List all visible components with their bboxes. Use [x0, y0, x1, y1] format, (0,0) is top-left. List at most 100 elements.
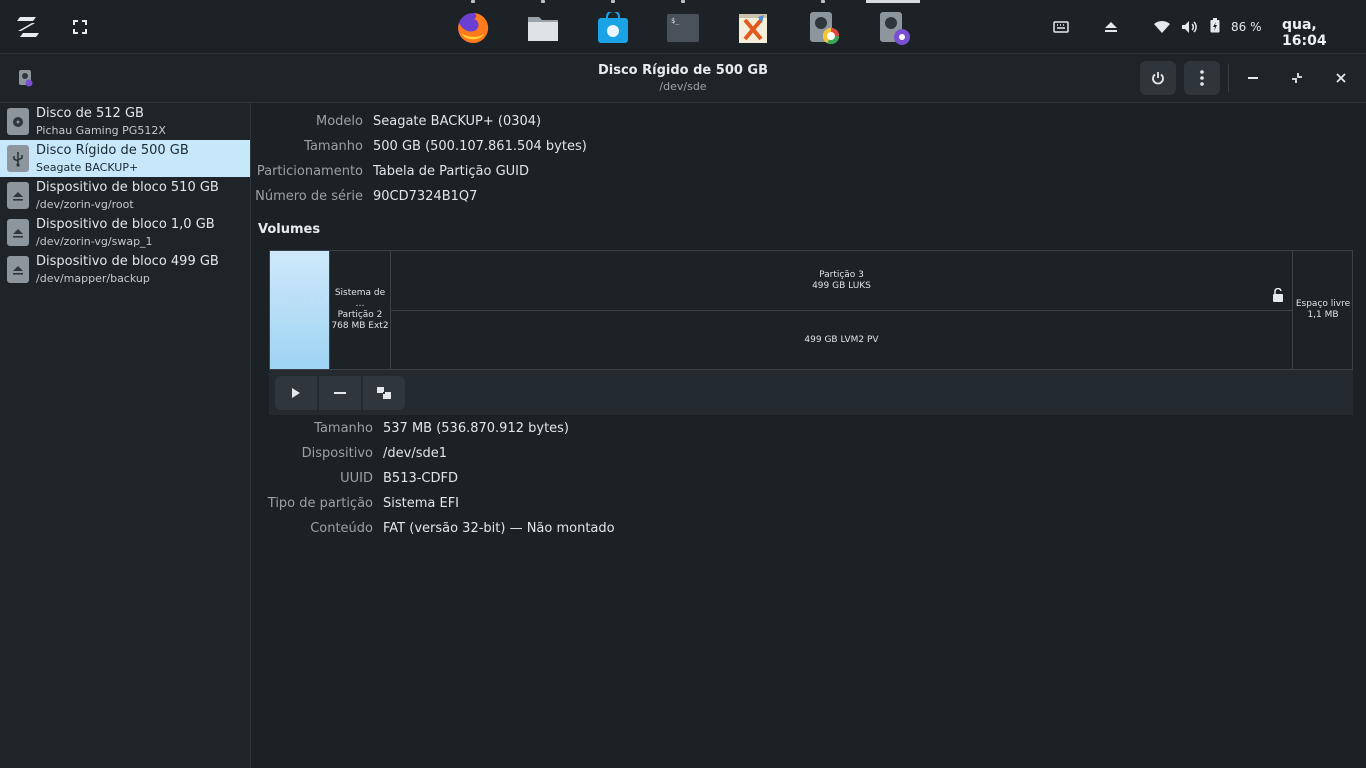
volume-label: Sistema de: [274, 293, 325, 304]
battery-indicator[interactable]: 86 %: [1210, 17, 1262, 37]
volume-label: 1,1 MB: [1307, 310, 1339, 320]
sidebar-item-block-499[interactable]: Dispositivo de bloco 499 GB /dev/mapper/…: [0, 251, 250, 288]
model-label: Modelo: [316, 114, 363, 129]
partition-type-value: Sistema EFI: [383, 496, 460, 511]
minimize-button[interactable]: [1241, 66, 1265, 90]
wifi-icon[interactable]: [1153, 17, 1171, 37]
device-name: Disco Rígido de 500 GB: [36, 143, 189, 158]
device-subtitle: Seagate BACKUP+: [36, 161, 139, 174]
running-indicator: [821, 0, 825, 3]
delete-partition-button[interactable]: [319, 376, 361, 410]
battery-charging-icon: [1210, 18, 1220, 36]
content-label: Conteúdo: [310, 521, 373, 536]
partition-size-label: Tamanho: [314, 421, 373, 436]
partitioning-value: Tabela de Partição GUID: [373, 164, 530, 179]
sidebar-item-block-1gb[interactable]: Dispositivo de bloco 1,0 GB /dev/zorin-v…: [0, 214, 250, 251]
close-button[interactable]: [1329, 66, 1353, 90]
drive-size-label: Tamanho: [304, 139, 363, 154]
volumes-heading: Volumes: [258, 222, 321, 237]
serial-label: Número de série: [255, 189, 363, 204]
mount-button[interactable]: [275, 376, 317, 410]
volume-label: 768 MB Ext2: [331, 321, 389, 331]
firefox-icon[interactable]: [453, 8, 493, 48]
volume-label: Espaço livre: [1295, 299, 1351, 309]
volume-label: 537 MB FAT: [273, 315, 326, 326]
zorin-menu-icon[interactable]: [12, 12, 44, 42]
header-bar: Disco Rígido de 500 GB /dev/sde: [0, 54, 1366, 103]
device-name: Dispositivo de bloco 510 GB: [36, 180, 219, 195]
device-name: Disco de 512 GB: [36, 106, 144, 121]
software-store-icon[interactable]: [593, 8, 633, 48]
gears-icon: [377, 387, 391, 399]
volume-icon[interactable]: [1181, 17, 1199, 37]
terminal-icon[interactable]: $_: [663, 8, 703, 48]
disk-usage-icon[interactable]: [803, 8, 843, 48]
device-subtitle: /dev/mapper/backup: [36, 272, 150, 285]
device-label: Dispositivo: [301, 446, 373, 461]
kebab-menu-icon: [1200, 70, 1204, 86]
volume-label: Partição 1: [277, 304, 322, 315]
volume-partition-3[interactable]: Partição 3 499 GB LUKS: [391, 251, 1293, 311]
power-off-button[interactable]: [1140, 61, 1176, 95]
header-separator: [1228, 64, 1229, 92]
partition-options-button[interactable]: [363, 376, 405, 410]
volume-partition-2[interactable]: Sistema de … Partição 2 768 MB Ext2: [330, 251, 391, 369]
partitioning-label: Particionamento: [256, 164, 363, 179]
block-device-icon: [7, 219, 29, 246]
restore-button[interactable]: [1285, 66, 1309, 90]
volume-label: 499 GB LUKS: [812, 280, 871, 291]
workspaces-icon[interactable]: [70, 17, 90, 37]
battery-percent: 86 %: [1231, 20, 1262, 34]
serial-value: 90CD7324B1Q7: [373, 189, 478, 204]
partition-size-value: 537 MB (536.870.912 bytes): [383, 421, 570, 436]
volume-map: Sistema de Partição 1 537 MB FAT Sistema…: [269, 250, 1353, 370]
files-icon[interactable]: [523, 8, 563, 48]
clock[interactable]: qua, 16:04: [1282, 17, 1366, 49]
device-list: Disco de 512 GB Pichau Gaming PG512X Dis…: [0, 103, 251, 768]
drive-menu-button[interactable]: [1184, 61, 1220, 95]
eject-icon[interactable]: [1104, 17, 1118, 37]
block-device-icon: [7, 256, 29, 283]
volume-toolbar: [269, 370, 1353, 415]
play-icon: [292, 388, 300, 398]
close-icon: [1336, 73, 1346, 83]
volume-label: 499 GB LVM2 PV: [804, 334, 879, 345]
volume-label: Partição 2: [337, 310, 383, 320]
minus-icon: [334, 392, 346, 394]
keyboard-icon[interactable]: [1053, 17, 1069, 37]
volume-free-space[interactable]: Espaço livre 1,1 MB: [1293, 251, 1353, 369]
sidebar-item-disk-512[interactable]: Disco de 512 GB Pichau Gaming PG512X: [0, 103, 250, 140]
device-name: Dispositivo de bloco 1,0 GB: [36, 217, 215, 232]
sidebar-item-hdd-500[interactable]: Disco Rígido de 500 GB Seagate BACKUP+: [0, 140, 250, 177]
unlocked-icon: [1272, 287, 1284, 306]
block-device-icon: [7, 182, 29, 209]
model-value: Seagate BACKUP+ (0304): [373, 114, 542, 129]
xournal-icon[interactable]: [733, 8, 773, 48]
device-subtitle: /dev/zorin-vg/root: [36, 198, 134, 211]
running-indicator: [541, 0, 545, 3]
running-indicator: [611, 0, 615, 3]
running-indicator: [681, 0, 685, 3]
ssd-icon: [7, 108, 29, 135]
drive-size-value: 500 GB (500.107.861.504 bytes): [373, 139, 587, 154]
sidebar-item-block-510[interactable]: Dispositivo de bloco 510 GB /dev/zorin-v…: [0, 177, 250, 214]
active-app-indicator: [866, 0, 920, 3]
device-name: Dispositivo de bloco 499 GB: [36, 254, 219, 269]
svg-text:$_: $_: [671, 17, 680, 25]
volume-label: Sistema de …: [334, 288, 386, 309]
content-value: FAT (versão 32-bit) — Não montado: [383, 521, 615, 536]
volume-partition-1[interactable]: Sistema de Partição 1 537 MB FAT: [270, 251, 330, 369]
top-panel: $_ 86 % qua, 16:04: [0, 0, 1366, 54]
usb-drive-icon: [7, 145, 29, 172]
volume-lvm2-pv[interactable]: 499 GB LVM2 PV: [391, 311, 1293, 369]
device-subtitle: /dev/zorin-vg/swap_1: [36, 235, 153, 248]
volume-label: Partição 3: [819, 269, 864, 280]
power-icon: [1152, 72, 1164, 85]
restore-icon: [1292, 73, 1302, 83]
device-value: /dev/sde1: [383, 446, 447, 461]
uuid-label: UUID: [340, 471, 373, 486]
device-subtitle: Pichau Gaming PG512X: [36, 124, 166, 137]
partition-type-label: Tipo de partição: [267, 496, 373, 511]
disks-app-icon[interactable]: [873, 8, 913, 48]
running-indicator: [471, 0, 475, 3]
